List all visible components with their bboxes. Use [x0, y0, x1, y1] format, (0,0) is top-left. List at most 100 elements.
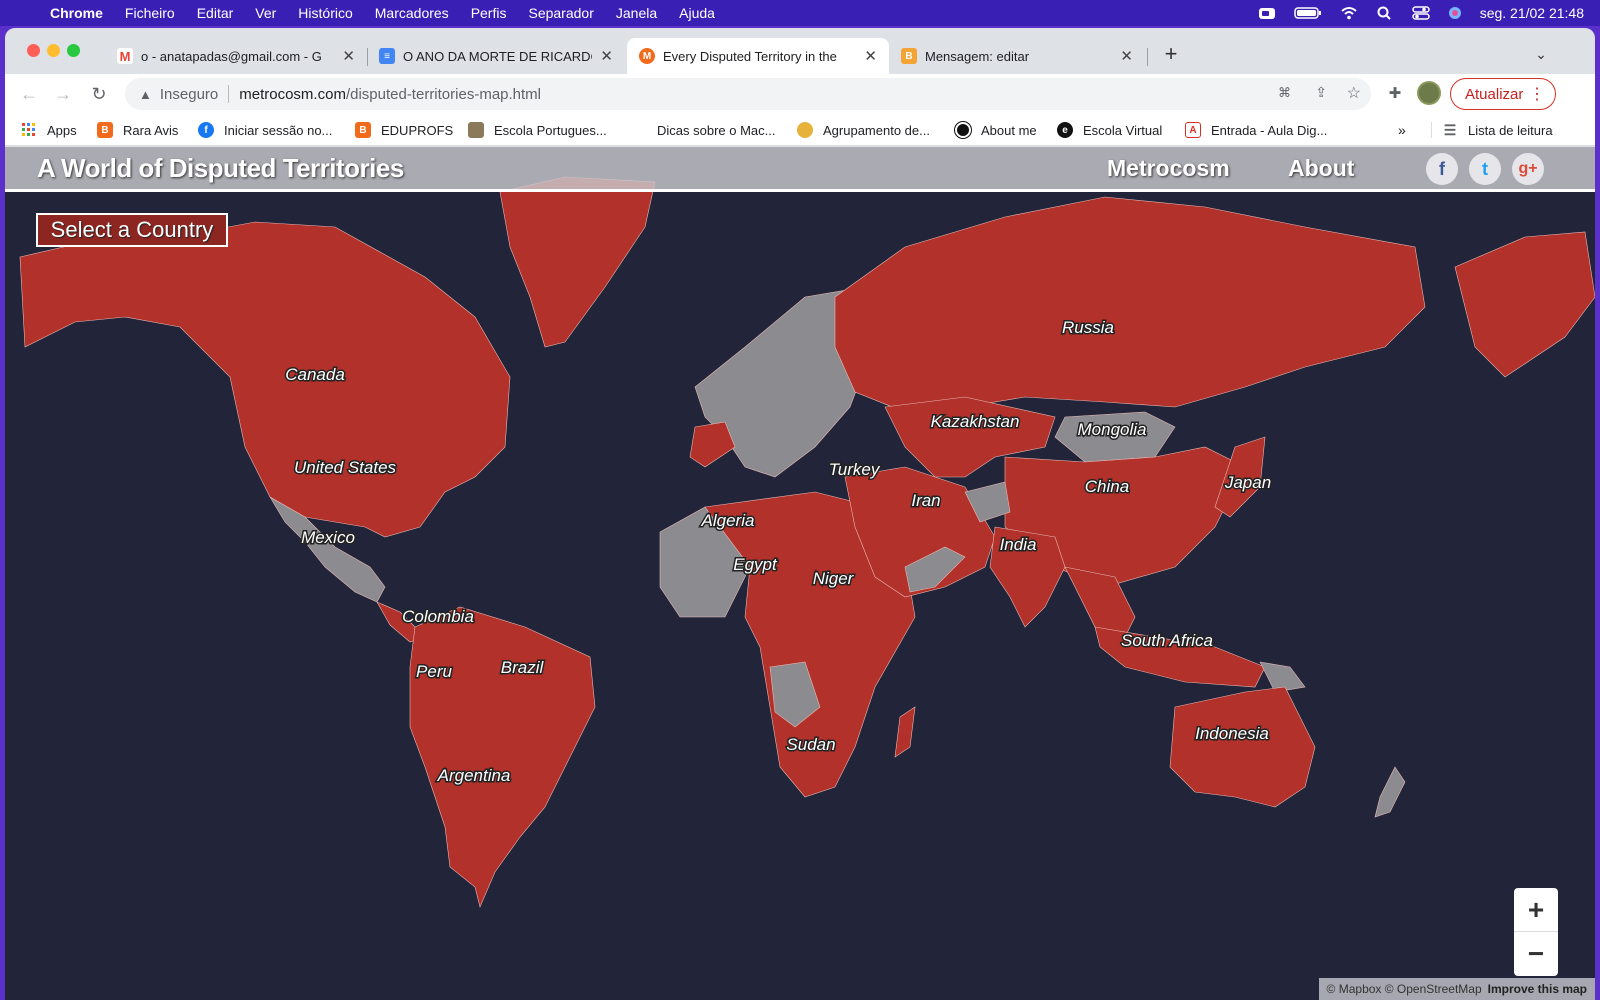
region-new-zealand[interactable]	[1374, 766, 1406, 818]
tab-docs[interactable]: ≡ O ANO DA MORTE DE RICARDO ✕	[367, 38, 625, 74]
country-label-niger[interactable]: Niger	[811, 568, 856, 590]
tab-title: Mensagem: editar	[925, 48, 1030, 64]
menu-tab[interactable]: Separador	[528, 5, 593, 21]
tab-search-chevron-icon[interactable]: ⌄	[1529, 42, 1553, 66]
tab-close-icon[interactable]: ✕	[864, 47, 877, 65]
country-label-china[interactable]: China	[1083, 476, 1130, 498]
zoom-in-button[interactable]: +	[1514, 888, 1558, 932]
country-label-egypt[interactable]: Egypt	[732, 554, 780, 576]
bookmarks-overflow-icon[interactable]: »	[1398, 122, 1406, 138]
country-label-iran[interactable]: Iran	[910, 490, 942, 512]
bookmark-rara-avis[interactable]: B Rara Avis	[97, 122, 178, 138]
menu-file[interactable]: Ficheiro	[125, 5, 175, 21]
tab-gmail[interactable]: M o - anatapadas@gmail.com - G ✕	[105, 38, 367, 74]
siri-icon[interactable]	[1448, 6, 1462, 20]
url-path[interactable]: /disputed-territories-map.html	[346, 86, 541, 103]
region-greenland[interactable]	[499, 176, 656, 348]
region-russia[interactable]	[834, 196, 1426, 413]
maximize-window-icon[interactable]	[67, 44, 80, 57]
forward-arrow-icon[interactable]: →	[51, 82, 75, 106]
region-madagascar[interactable]	[894, 706, 916, 758]
attribution-credits[interactable]: © Mapbox © OpenStreetMap	[1327, 982, 1482, 996]
menu-profiles[interactable]: Perfis	[471, 5, 507, 21]
menu-history[interactable]: Histórico	[298, 5, 352, 21]
extensions-puzzle-icon[interactable]: ✚	[1385, 84, 1405, 104]
country-label-russia[interactable]: Russia	[1061, 317, 1116, 339]
country-label-japan[interactable]: Japan	[1222, 472, 1272, 494]
country-label-united-states[interactable]: United States	[292, 457, 398, 479]
region-australia[interactable]	[1169, 686, 1316, 808]
twitter-share-icon[interactable]: t	[1469, 153, 1501, 185]
wifi-icon[interactable]	[1340, 6, 1358, 20]
region-south-america[interactable]	[409, 606, 596, 908]
battery-icon[interactable]	[1293, 6, 1322, 20]
facetime-icon[interactable]	[1258, 6, 1276, 20]
bookmark-dicas-mac[interactable]: Dicas sobre o Mac...	[631, 122, 776, 138]
tab-metrocosm[interactable]: M Every Disputed Territory in the ✕	[627, 38, 889, 74]
new-tab-plus-icon[interactable]: +	[1159, 42, 1183, 66]
country-label-sudan[interactable]: Sudan	[785, 734, 837, 756]
country-label-india[interactable]: India	[998, 534, 1038, 556]
tab-blogger[interactable]: B Mensagem: editar ✕	[889, 38, 1145, 74]
country-label-canada[interactable]: Canada	[284, 364, 347, 386]
reload-icon[interactable]: ↻	[87, 82, 111, 106]
bookmark-about-me[interactable]: About me	[955, 122, 1037, 138]
menubar-clock[interactable]: seg. 21/02 21:48	[1480, 5, 1584, 21]
spotlight-search-icon[interactable]	[1376, 6, 1394, 20]
country-label-south-africa[interactable]: South Africa	[1120, 630, 1215, 652]
minimize-window-icon[interactable]	[47, 44, 60, 57]
menu-view[interactable]: Ver	[255, 5, 276, 21]
close-window-icon[interactable]	[27, 44, 40, 57]
region-alaska-east[interactable]	[1454, 231, 1595, 378]
region-north-america[interactable]	[19, 221, 511, 538]
address-bar[interactable]: ▲ Inseguro metrocosm.com/disputed-territ…	[125, 78, 1371, 110]
tab-close-icon[interactable]: ✕	[1120, 47, 1133, 65]
bookmark-apps[interactable]: Apps	[21, 122, 77, 138]
country-label-mongolia[interactable]: Mongolia	[1076, 419, 1148, 441]
security-status-label[interactable]: Inseguro	[160, 86, 218, 103]
bookmark-facebook[interactable]: f Iniciar sessão no...	[198, 122, 332, 138]
bookmark-escola-virtual[interactable]: e Escola Virtual	[1057, 122, 1162, 138]
bookmark-star-icon[interactable]: ☆	[1347, 83, 1361, 103]
menu-app-name[interactable]: Chrome	[50, 5, 103, 21]
bookmark-agrupamento[interactable]: Agrupamento de...	[797, 122, 930, 138]
site-title[interactable]: A World of Disputed Territories	[37, 153, 404, 184]
more-menu-icon[interactable]: ⋮	[1529, 84, 1545, 104]
disputed-territories-map[interactable]: Canada United States Mexico Colombia Peru Bra…	[5, 147, 1595, 1000]
profile-avatar[interactable]	[1417, 81, 1441, 105]
tab-close-icon[interactable]: ✕	[600, 47, 613, 65]
facebook-share-icon[interactable]: f	[1426, 153, 1458, 185]
menu-edit[interactable]: Editar	[197, 5, 234, 21]
select-country-button[interactable]: Select a Country	[36, 213, 228, 247]
nav-metrocosm[interactable]: Metrocosm	[1107, 155, 1230, 182]
update-button[interactable]: Atualizar ⋮	[1450, 78, 1556, 110]
menu-bookmarks[interactable]: Marcadores	[375, 5, 449, 21]
country-label-turkey[interactable]: Turkey	[827, 459, 882, 481]
country-label-kazakhstan[interactable]: Kazakhstan	[929, 411, 1021, 433]
bookmark-aula-digital[interactable]: A Entrada - Aula Dig...	[1185, 122, 1327, 138]
country-label-indonesia[interactable]: Indonesia	[1194, 723, 1271, 745]
nav-about[interactable]: About	[1288, 155, 1354, 182]
country-label-colombia[interactable]: Colombia	[401, 606, 476, 628]
menu-window[interactable]: Janela	[616, 5, 657, 21]
country-label-argentina[interactable]: Argentina	[435, 765, 512, 787]
country-label-peru[interactable]: Peru	[415, 661, 454, 683]
country-label-mexico[interactable]: Mexico	[300, 527, 357, 549]
country-label-algeria[interactable]: Algeria	[699, 510, 756, 532]
control-center-icon[interactable]	[1411, 6, 1430, 20]
google-plus-share-icon[interactable]: g+	[1512, 153, 1544, 185]
share-icon[interactable]: ⇪	[1315, 84, 1327, 101]
translate-icon[interactable]: ⌘	[1278, 85, 1291, 101]
zoom-out-button[interactable]: −	[1514, 932, 1558, 976]
url-host[interactable]: metrocosm.com	[239, 86, 346, 103]
country-label-brazil[interactable]: Brazil	[499, 657, 546, 679]
bookmark-escola-portuguesa[interactable]: Escola Portugues...	[468, 122, 607, 138]
tab-close-icon[interactable]: ✕	[342, 47, 355, 65]
back-arrow-icon[interactable]: ←	[17, 82, 41, 106]
macos-menubar: Chrome Ficheiro Editar Ver Histórico Mar…	[0, 0, 1600, 26]
reading-list[interactable]: ☰ Lista de leitura	[1431, 122, 1553, 138]
improve-map-link[interactable]: Improve this map	[1488, 982, 1587, 996]
warning-triangle-icon[interactable]: ▲	[139, 87, 152, 102]
bookmark-eduprofs[interactable]: B EDUPROFS	[355, 122, 453, 138]
menu-help[interactable]: Ajuda	[679, 5, 715, 21]
